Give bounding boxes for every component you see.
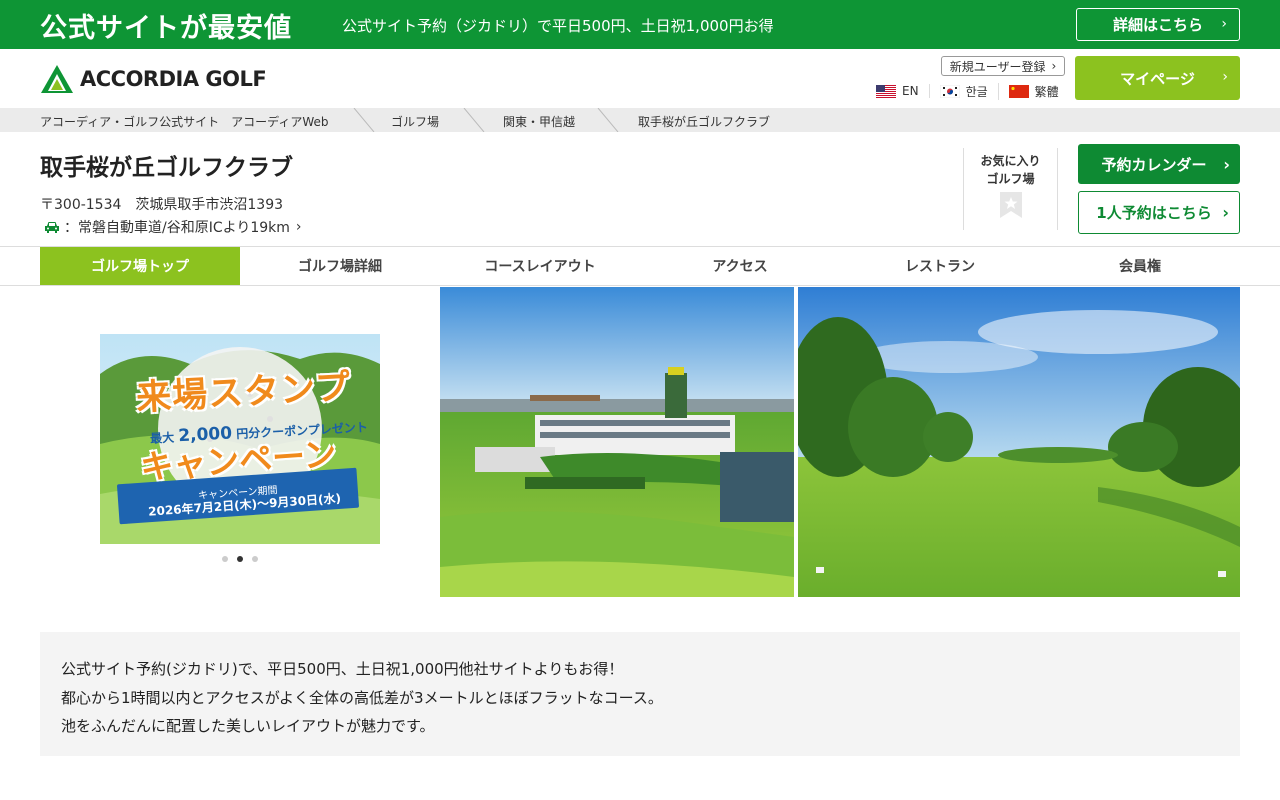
carousel-dot[interactable] <box>222 556 228 562</box>
carousel-dot[interactable] <box>252 556 258 562</box>
lang-zh-tw[interactable]: 繁體 <box>999 83 1059 100</box>
campaign-banner[interactable]: 来場スタンプ 最大 2,000 円分クーポンプレゼント キャンペーン キャンペー… <box>100 334 380 544</box>
clubhouse-photo-image <box>440 287 794 597</box>
promo-text: 公式サイト予約（ジカドリ）で平日500円、土日祝1,000円お得 <box>342 17 774 35</box>
tw-flag-icon <box>1008 84 1029 98</box>
lang-ko[interactable]: 한글 <box>930 82 999 100</box>
lang-zh-tw-label: 繁體 <box>1034 84 1059 99</box>
breadcrumb-item-region[interactable]: 関東・甲信越 <box>503 113 575 130</box>
tab-access[interactable]: アクセス <box>640 247 840 285</box>
tab-course-layout[interactable]: コースレイアウト <box>440 247 640 285</box>
promo-details-button[interactable]: 詳細はこちら › <box>1076 8 1240 41</box>
chevron-right-icon: › <box>1051 59 1057 73</box>
access-link[interactable]: ： 常磐自動車道/谷和原ICより19km › <box>44 217 302 237</box>
solo-reservation-button[interactable]: 1人予約はこちら › <box>1078 191 1240 234</box>
course-address: 〒300-1534 茨城県取手市渋沼1393 <box>40 197 284 213</box>
accordia-logo-icon <box>41 65 73 93</box>
clubhouse-photo <box>440 287 794 597</box>
carousel-dot[interactable] <box>237 556 243 562</box>
access-text: 常磐自動車道/谷和原ICより19km <box>78 220 290 236</box>
description-line: 池をふんだんに配置した美しいレイアウトが魅力です。 <box>61 717 435 735</box>
us-flag-icon <box>876 84 896 98</box>
breadcrumb: アコーディア・ゴルフ公式サイト アコーディアWeb ゴルフ場 関東・甲信越 取手… <box>0 108 1280 132</box>
description-line: 公式サイト予約(ジカドリ)で、平日500円、土日祝1,000円他社サイトよりもお… <box>61 660 624 678</box>
solo-reservation-label: 1人予約はこちら <box>1096 204 1212 222</box>
promo-title: 公式サイトが最安値 <box>40 13 292 44</box>
chevron-right-icon: › <box>295 219 302 235</box>
breadcrumb-separator-icon <box>597 108 619 132</box>
reservation-calendar-button[interactable]: 予約カレンダー › <box>1078 144 1240 184</box>
chevron-right-icon: › <box>1222 69 1228 85</box>
mypage-button[interactable]: マイページ › <box>1075 56 1240 100</box>
chevron-right-icon: › <box>1223 154 1230 174</box>
mypage-label: マイページ <box>1120 69 1195 88</box>
tab-course-top[interactable]: ゴルフ場トップ <box>40 247 240 285</box>
lang-ko-label: 한글 <box>965 84 988 99</box>
car-icon <box>45 222 59 233</box>
kr-flag-icon <box>939 84 960 98</box>
lang-en[interactable]: EN <box>876 84 930 98</box>
breadcrumb-separator-icon <box>353 108 375 132</box>
breadcrumb-item-home[interactable]: アコーディア・ゴルフ公式サイト アコーディアWeb <box>40 113 328 130</box>
reservation-calendar-label: 予約カレンダー <box>1101 155 1207 174</box>
favorite-label-line1: お気に入り <box>980 154 1041 168</box>
course-title: 取手桜が丘ゴルフクラブ <box>40 155 293 181</box>
promo-details-label: 詳細はこちら <box>1112 16 1203 34</box>
bookmark-star-icon <box>999 192 1022 218</box>
course-description: 公式サイト予約(ジカドリ)で、平日500円、土日祝1,000円他社サイトよりもお… <box>40 632 1240 756</box>
accordia-golf-logo[interactable]: ACCORDIA GOLF <box>40 63 302 95</box>
lang-en-label: EN <box>902 84 919 98</box>
breadcrumb-item-current: 取手桜が丘ゴルフクラブ <box>638 115 771 129</box>
chevron-right-icon: › <box>1221 16 1227 32</box>
fairway-photo-image <box>798 287 1240 597</box>
breadcrumb-separator-icon <box>463 108 485 132</box>
chevron-right-icon: › <box>1222 203 1229 222</box>
description-line: 都心から1時間以内とアクセスがよく全体の高低差が3メートルとほぼフラットなコース… <box>61 688 663 707</box>
access-prefix: ： <box>64 220 78 236</box>
course-nav-tabs: ゴルフ場トップ ゴルフ場詳細 コースレイアウト アクセス レストラン 会員権 <box>40 247 1240 285</box>
register-button[interactable]: 新規ユーザー登録 › <box>941 56 1065 76</box>
fairway-photo <box>798 287 1240 597</box>
tab-membership[interactable]: 会員権 <box>1040 247 1240 285</box>
register-label: 新規ユーザー登録 <box>949 59 1046 74</box>
promo-bar: 公式サイトが最安値 公式サイト予約（ジカドリ）で平日500円、土日祝1,000円… <box>0 0 1280 49</box>
tab-restaurant[interactable]: レストラン <box>840 247 1040 285</box>
favorite-label-line2: ゴルフ場 <box>986 172 1035 186</box>
tab-course-details[interactable]: ゴルフ場詳細 <box>240 247 440 285</box>
nav-divider <box>0 285 1280 286</box>
favorite-label: お気に入り ゴルフ場 <box>964 152 1057 188</box>
language-switcher: EN 한글 繁體 <box>876 82 1059 100</box>
favorite-toggle[interactable]: お気に入り ゴルフ場 <box>963 148 1058 230</box>
carousel-dots <box>222 556 267 562</box>
logo-text: ACCORDIA GOLF <box>80 67 267 91</box>
breadcrumb-item-golf-courses[interactable]: ゴルフ場 <box>391 113 439 130</box>
